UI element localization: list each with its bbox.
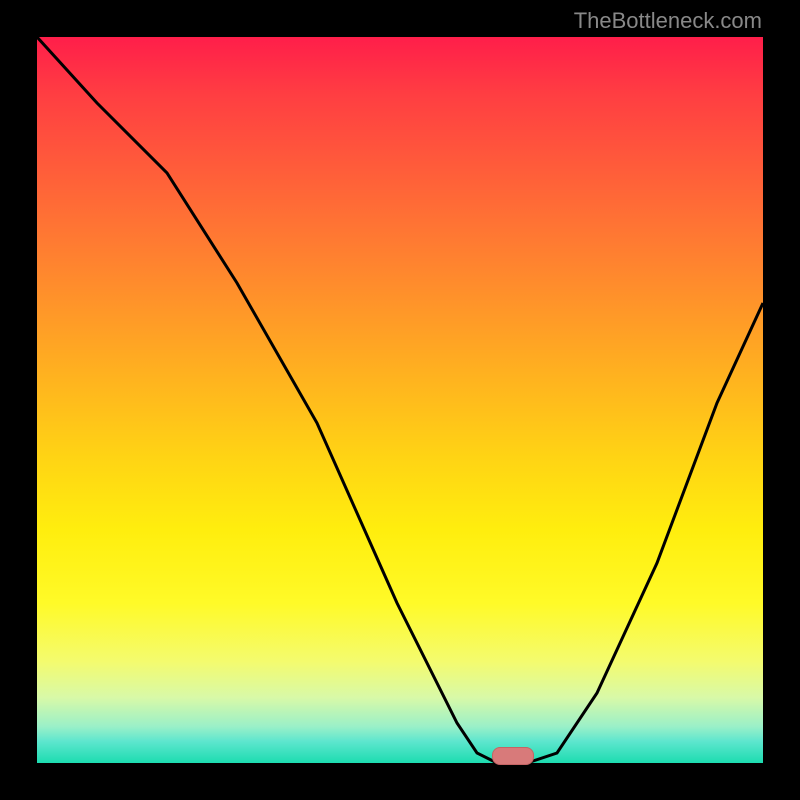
bottleneck-curve-line [37,37,763,763]
optimal-marker [492,747,534,765]
chart-gradient-area [37,37,763,763]
watermark-text: TheBottleneck.com [574,8,762,34]
